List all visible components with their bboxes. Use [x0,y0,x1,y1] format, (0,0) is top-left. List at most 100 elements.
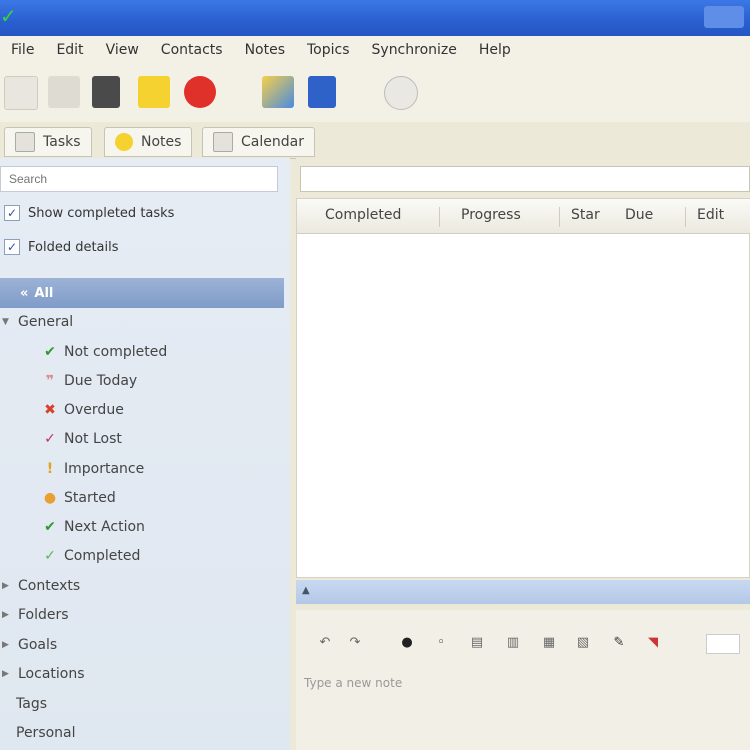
contact-card-icon[interactable] [262,76,294,108]
tree-item-started[interactable]: ● Started [42,486,116,510]
tree-section-label: Tags [16,696,47,712]
calendar-small-icon: ❞ [45,373,55,389]
detail-splitter[interactable]: ▲ [296,580,750,604]
tree-item-not-lost[interactable]: ✓ Not Lost [42,427,122,451]
tab-calendar[interactable]: Calendar [202,127,315,157]
option-show-completed[interactable]: ✓ Show completed tasks [4,202,174,224]
sidebar: ✓ Show completed tasks ✓ Folded details … [0,158,290,750]
tree-item-completed[interactable]: ✓ Completed [42,544,140,568]
tasks-icon [15,132,35,152]
title-bar: ✓ [0,0,750,36]
menu-contacts[interactable]: Contacts [150,42,234,58]
indent-icon[interactable]: ▧ [574,634,592,652]
highlight-icon[interactable]: ◥ [644,634,662,652]
notes-editor[interactable]: Type a new note [304,676,744,746]
column-separator [559,207,560,227]
calendar-icon [213,132,233,152]
column-due[interactable]: Due [625,207,653,223]
menu-view[interactable]: View [95,42,150,58]
tree-item-next-action[interactable]: ✔ Next Action [42,515,145,539]
next-action-icon: ✔ [44,519,56,535]
tree-item-due-today[interactable]: ❞ Due Today [42,369,137,393]
tree-locations[interactable]: ▶ Locations [2,662,85,686]
filter-all-label: All [34,285,54,301]
undo-icon[interactable]: ↶ [316,634,334,652]
tab-tasks-label: Tasks [43,134,81,150]
app-check-icon: ✓ [0,4,17,28]
tree-item-not-completed[interactable]: ✔ Not completed [42,340,167,364]
tree-item-label: Overdue [64,402,124,418]
column-separator [685,207,686,227]
tab-calendar-label: Calendar [241,134,304,150]
completed-icon: ✓ [44,548,56,564]
column-completed[interactable]: Completed [325,207,401,223]
small-bullet-icon[interactable]: ◦ [432,634,450,652]
tree-item-importance[interactable]: ! Importance [42,457,144,481]
sidebar-search-input[interactable] [0,166,278,192]
filter-all[interactable]: « All [0,278,284,308]
collapse-icon: « [20,285,29,301]
option-folded-details[interactable]: ✓ Folded details [4,236,119,258]
option-folded-details-label: Folded details [28,239,119,255]
menu-edit[interactable]: Edit [45,42,94,58]
column-progress[interactable]: Progress [461,207,521,223]
notes-panel: ↶ ↷ ● ◦ ▤ ▥ ▦ ▧ ✎ ◥ Type a new note [296,610,750,750]
overdue-icon: ✖ [44,402,56,418]
main-toolbar [0,64,750,122]
checkbox-folded-details[interactable]: ✓ [4,239,20,255]
menu-topics[interactable]: Topics [296,42,361,58]
task-grid[interactable]: Completed Progress Star Due Edit [296,198,750,578]
menu-file[interactable]: File [0,42,45,58]
tree-section-label: Locations [18,666,85,682]
menu-help[interactable]: Help [468,42,522,58]
new-note-icon[interactable] [4,76,38,110]
tree-section-label: Goals [18,637,58,653]
star-icon [115,133,133,151]
folder-icon[interactable] [138,76,170,108]
tree-item-label: Completed [64,548,141,564]
menu-bar: File Edit View Contacts Notes Topics Syn… [0,36,750,64]
collapse-detail-icon[interactable]: ▲ [302,585,310,596]
stop-icon[interactable] [184,76,216,108]
tab-tasks[interactable]: Tasks [4,127,92,157]
tree-personal[interactable]: Personal [16,721,76,745]
expand-right-icon: ▶ [2,640,9,650]
tree-item-label: Not completed [64,344,168,360]
tree-tags[interactable]: Tags [16,692,47,716]
tree-section-label: Personal [16,725,76,741]
column-separator [439,207,440,227]
redo-icon[interactable]: ↷ [346,634,364,652]
tree-general-label: General [18,314,74,330]
align-right-icon[interactable]: ▦ [540,634,558,652]
align-left-icon[interactable]: ▤ [468,634,486,652]
tree-item-label: Due Today [64,373,138,389]
tree-general[interactable]: ▼ General [2,310,73,334]
tree-folders[interactable]: ▶ Folders [2,603,69,627]
tree-item-overdue[interactable]: ✖ Overdue [42,398,124,422]
pause-icon[interactable] [308,76,336,108]
font-size-select[interactable] [706,634,740,654]
tree-contexts[interactable]: ▶ Contexts [2,574,80,598]
expand-down-icon: ▼ [2,317,9,327]
menu-synchronize[interactable]: Synchronize [361,42,468,58]
expand-right-icon: ▶ [2,610,9,620]
bullet-icon[interactable]: ● [398,634,416,652]
tree-item-label: Next Action [64,519,145,535]
column-edit[interactable]: Edit [697,207,724,223]
checkbox-show-completed[interactable]: ✓ [4,205,20,221]
column-star[interactable]: Star [571,207,600,223]
quick-add-input[interactable] [300,166,750,192]
menu-notes[interactable]: Notes [234,42,296,58]
tree-section-label: Folders [18,607,69,623]
list-icon[interactable] [48,76,80,108]
tab-notes[interactable]: Notes [104,127,193,157]
notebook-icon[interactable] [92,76,120,108]
clock-icon[interactable] [384,76,418,110]
window-controls[interactable] [704,6,744,28]
link-icon[interactable]: ✎ [610,634,628,652]
view-tabs: Tasks Notes Calendar [0,122,750,159]
tree-goals[interactable]: ▶ Goals [2,633,57,657]
expand-right-icon: ▶ [2,669,9,679]
check-icon: ✔ [44,344,56,360]
align-center-icon[interactable]: ▥ [504,634,522,652]
